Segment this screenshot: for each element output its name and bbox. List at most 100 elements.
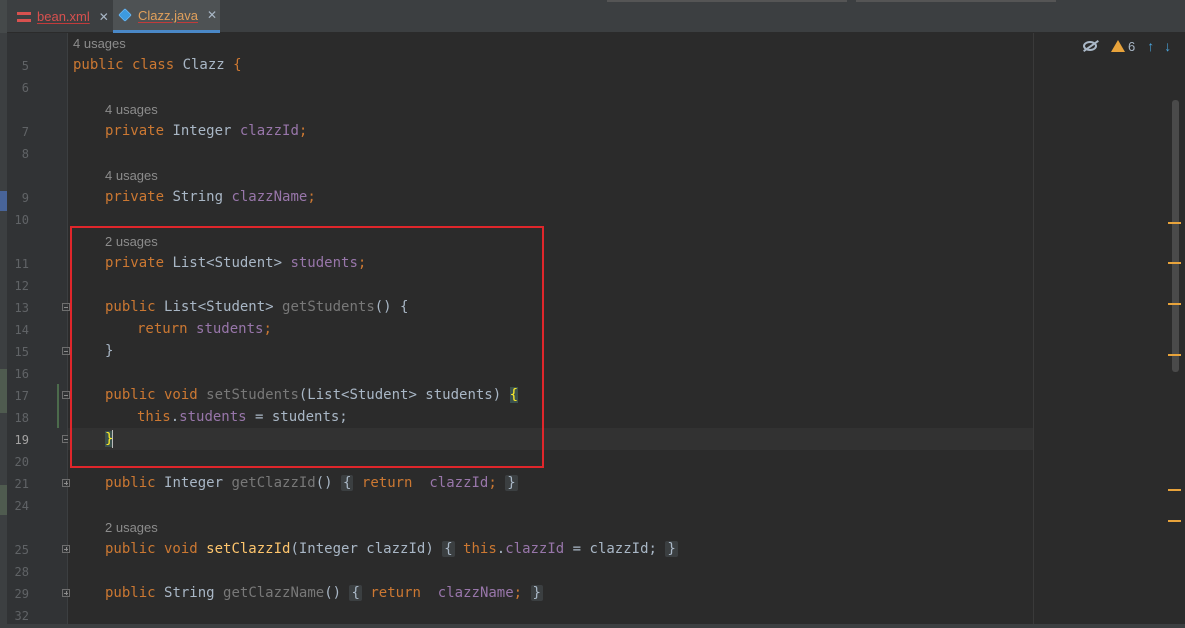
fold-expand-icon[interactable] <box>62 589 70 597</box>
dot: . <box>496 541 506 557</box>
warning-stripe-marker[interactable] <box>1168 354 1181 356</box>
arrow-down-icon[interactable]: ↓ <box>1164 38 1171 54</box>
line-number: 5 <box>21 59 29 73</box>
warning-stripe-marker[interactable] <box>1168 303 1181 305</box>
arrow-up-icon[interactable]: ↑ <box>1147 38 1154 54</box>
fold-expand-icon[interactable] <box>62 545 70 553</box>
folded-brace[interactable]: { <box>442 541 455 557</box>
folded-brace[interactable]: { <box>349 585 362 601</box>
editor-tab-bar: bean.xml ✕ Clazz.java ✕ <box>0 0 1185 33</box>
line-number: 10 <box>14 213 29 227</box>
method-name: getClazzId <box>231 475 316 491</box>
folded-brace[interactable]: } <box>530 585 543 601</box>
left-strip-marker <box>0 191 7 211</box>
line-number: 11 <box>14 257 29 271</box>
keyword: public void <box>105 541 207 557</box>
warning-triangle-icon[interactable] <box>1111 40 1125 52</box>
editor-bottom-border <box>0 624 1185 628</box>
keyword: this <box>454 541 497 557</box>
semicolon: ; <box>307 189 316 205</box>
type: String <box>164 585 224 601</box>
field: clazzName <box>437 585 514 601</box>
warning-stripe-marker[interactable] <box>1168 489 1181 491</box>
code-line-9[interactable]: private String clazzName; <box>105 186 316 208</box>
field: clazzName <box>231 189 308 205</box>
code-line-5[interactable]: public class Clazz { <box>73 54 242 76</box>
xml-file-icon <box>17 10 31 24</box>
line-number: 32 <box>14 609 29 623</box>
close-icon[interactable]: ✕ <box>207 8 217 22</box>
line-number: 25 <box>14 543 29 557</box>
tab-bar-divider <box>856 0 1056 2</box>
warning-stripe-marker[interactable] <box>1168 262 1181 264</box>
line-number: 19 <box>14 433 29 447</box>
type: Integer <box>164 475 232 491</box>
close-icon[interactable]: ✕ <box>99 10 109 24</box>
line-number: 8 <box>21 147 29 161</box>
reader-mode-eye-slash-icon[interactable] <box>1083 41 1097 51</box>
parens: () <box>315 475 333 491</box>
left-strip-marker <box>0 485 7 515</box>
folded-brace[interactable]: } <box>665 541 678 557</box>
code-line-7[interactable]: private Integer clazzId; <box>105 120 307 142</box>
line-number: 24 <box>14 499 29 513</box>
line-number: 29 <box>14 587 29 601</box>
line-number: 28 <box>14 565 29 579</box>
fold-expand-icon[interactable] <box>62 479 70 487</box>
tab-bean-xml[interactable]: bean.xml ✕ <box>17 0 109 33</box>
usages-hint[interactable]: 4 usages <box>73 36 126 51</box>
usages-hint[interactable]: 2 usages <box>105 520 158 535</box>
tab-label: Clazz.java <box>138 7 198 23</box>
left-strip-marker <box>0 369 7 413</box>
code-rest: = clazzId; <box>564 541 657 557</box>
keyword: return <box>353 475 421 491</box>
method-name: getClazzName <box>223 585 325 601</box>
brace: { <box>233 57 242 73</box>
fold-collapse-icon[interactable] <box>62 347 70 355</box>
code-line-25[interactable]: public void setClazzId(Integer clazzId) … <box>105 538 678 560</box>
line-number: 17 <box>14 389 29 403</box>
code-line-21[interactable]: public Integer getClazzId() { return cla… <box>105 472 518 494</box>
field: clazzId <box>239 123 299 139</box>
inspection-widget[interactable]: 6 ↑ ↓ <box>1083 36 1171 56</box>
tab-clazz-java[interactable]: Clazz.java ✕ <box>113 0 220 33</box>
folded-brace[interactable]: } <box>505 475 518 491</box>
warning-stripe-marker[interactable] <box>1168 520 1181 522</box>
line-number: 7 <box>21 125 29 139</box>
code-line-29[interactable]: public String getClazzName() { return cl… <box>105 582 543 604</box>
tab-bar-left-strip <box>0 0 7 33</box>
warnings-count[interactable]: 6 <box>1128 39 1135 54</box>
usages-hint[interactable]: 4 usages <box>105 102 158 117</box>
keyword: public class <box>73 57 183 73</box>
semicolon: ; <box>513 585 523 601</box>
parens: () <box>324 585 342 601</box>
semicolon: ; <box>488 475 497 491</box>
line-number: 12 <box>14 279 29 293</box>
line-number: 15 <box>14 345 29 359</box>
field: clazzId <box>429 475 489 491</box>
keyword: return <box>361 585 430 601</box>
warning-stripe-marker[interactable] <box>1168 222 1181 224</box>
vcs-change-marker[interactable] <box>57 384 59 428</box>
field: clazzId <box>505 541 565 557</box>
java-class-icon <box>118 8 132 22</box>
annotation-highlight-box <box>70 226 544 468</box>
args: (Integer clazzId) <box>290 541 434 557</box>
folded-brace[interactable]: { <box>341 475 354 491</box>
tab-bar-divider <box>607 0 847 2</box>
tab-label: bean.xml <box>37 9 90 24</box>
line-number: 20 <box>14 455 29 469</box>
keyword: public <box>105 475 165 491</box>
type: String <box>172 189 232 205</box>
left-tool-strip <box>0 33 7 628</box>
fold-collapse-icon[interactable] <box>62 391 70 399</box>
keyword: public <box>105 585 165 601</box>
semicolon: ; <box>298 123 308 139</box>
usages-hint[interactable]: 4 usages <box>105 168 158 183</box>
line-number: 21 <box>14 477 29 491</box>
keyword: private <box>105 189 173 205</box>
vertical-scrollbar[interactable] <box>1172 100 1179 372</box>
right-margin-guide <box>1033 33 1034 628</box>
fold-collapse-icon[interactable] <box>62 303 70 311</box>
line-number: 18 <box>14 411 29 425</box>
